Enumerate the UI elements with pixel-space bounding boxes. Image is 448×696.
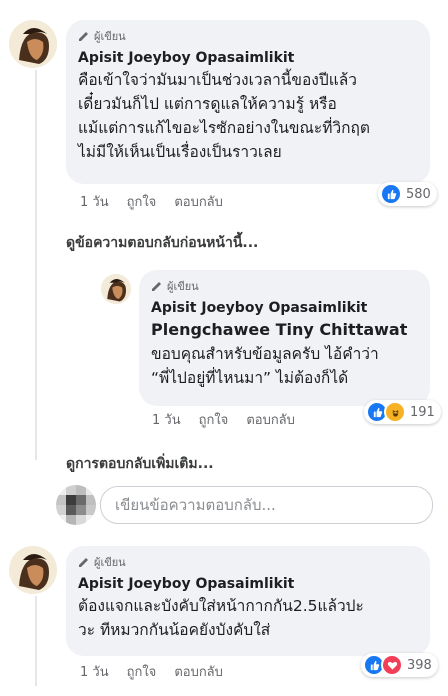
reply-input[interactable]: เขียนข้อความตอบกลับ... [100, 486, 433, 524]
like-button[interactable]: ถูกใจ [127, 191, 157, 212]
comment-text: ต้องแจกและบังคับใส่หน้ากากกัน2.5แล้วปะ ว… [78, 597, 364, 639]
comment-bubble: ผู้เขียน Apisit Joeyboy Opasaimlikit ต้อ… [66, 546, 430, 656]
timestamp[interactable]: 1 วัน [80, 191, 109, 212]
pencil-icon [79, 32, 88, 41]
like-icon [380, 183, 402, 205]
comment-bubble: ผู้เขียน Apisit Joeyboy Opasaimlikit คือ… [66, 20, 430, 184]
timestamp[interactable]: 1 วัน [152, 409, 181, 430]
comment-author[interactable]: Apisit Joeyboy Opasaimlikit [78, 576, 418, 592]
love-icon [381, 654, 403, 676]
author-badge-label: ผู้เขียน [167, 280, 199, 293]
comment-actions: 1 วัน ถูกใจ ตอบกลับ [80, 191, 223, 212]
author-badge-label: ผู้เขียน [94, 30, 126, 43]
reaction-summary[interactable]: 191 [364, 400, 441, 424]
view-more-replies-link[interactable]: ดูการตอบกลับเพิ่มเติม... [66, 453, 214, 475]
author-badge: ผู้เขียน [78, 28, 418, 44]
reply-bubble: ผู้เขียน Apisit Joeyboy Opasaimlikit Ple… [139, 270, 430, 406]
reaction-count: 580 [406, 186, 431, 202]
author-badge: ผู้เขียน [151, 278, 418, 294]
pixelated-avatar [56, 485, 96, 525]
reaction-count: 191 [410, 404, 435, 420]
reaction-summary[interactable]: 580 [378, 182, 437, 206]
author-badge: ผู้เขียน [78, 554, 418, 570]
reply-button[interactable]: ตอบกลับ [246, 409, 295, 430]
avatar[interactable] [9, 546, 57, 594]
view-previous-replies-link[interactable]: ดูข้อความตอบกลับก่อนหน้านี้... [66, 232, 258, 254]
reply-button[interactable]: ตอบกลับ [174, 661, 223, 682]
timestamp[interactable]: 1 วัน [80, 661, 109, 682]
reaction-count: 398 [407, 657, 432, 673]
thread-line [35, 596, 37, 686]
pencil-icon [79, 558, 88, 567]
like-button[interactable]: ถูกใจ [199, 409, 229, 430]
reply-actions: 1 วัน ถูกใจ ตอบกลับ [152, 409, 295, 430]
reply-text: Plengchawee Tiny Chittawat ขอบคุณสำหรับข… [151, 318, 418, 390]
reaction-summary[interactable]: 398 [361, 653, 438, 677]
haha-icon [384, 401, 406, 423]
avatar[interactable] [101, 274, 131, 304]
comment-text: คือเข้าใจว่ามันมาเป็นช่วงเวลานี้ของปีแล้… [78, 71, 370, 161]
author-badge-label: ผู้เขียน [94, 556, 126, 569]
reply-author[interactable]: Apisit Joeyboy Opasaimlikit [151, 300, 418, 316]
like-button[interactable]: ถูกใจ [127, 661, 157, 682]
reply-input-placeholder: เขียนข้อความตอบกลับ... [115, 496, 276, 514]
reply-button[interactable]: ตอบกลับ [174, 191, 223, 212]
avatar[interactable] [9, 20, 57, 68]
tagged-user[interactable]: Plengchawee Tiny Chittawat [151, 318, 418, 342]
comment-author[interactable]: Apisit Joeyboy Opasaimlikit [78, 50, 418, 66]
thread-line [35, 70, 37, 460]
comment-actions: 1 วัน ถูกใจ ตอบกลับ [80, 661, 223, 682]
pencil-icon [152, 282, 161, 291]
